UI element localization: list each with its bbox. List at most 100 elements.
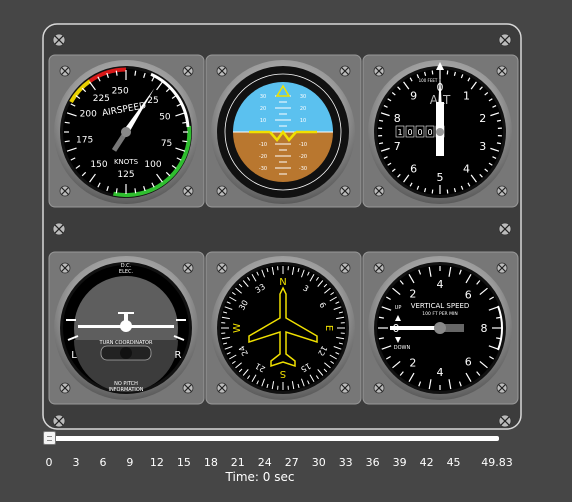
vsi-scale-label: 6	[465, 356, 472, 369]
screw-icon	[496, 382, 508, 394]
screw-icon	[373, 382, 385, 394]
altimeter-odometer-digit: 0	[417, 128, 422, 137]
screw-icon	[498, 414, 512, 428]
attitude-pitch-label: -30	[259, 166, 267, 172]
screw-icon	[496, 65, 508, 77]
heading-label: E	[323, 325, 334, 331]
screw-icon	[339, 65, 351, 77]
screw-icon	[59, 65, 71, 77]
screw-icon	[339, 262, 351, 274]
screw-icon	[182, 382, 194, 394]
timeline-track[interactable]	[47, 436, 499, 441]
attitude-pitch-label: 30	[260, 94, 266, 100]
vsi-up-label: UP	[395, 305, 402, 311]
attitude-pitch-label: 20	[260, 106, 266, 112]
turn-coordinator-left-label: L	[71, 350, 77, 361]
vsi-scale-label: 2	[409, 287, 416, 300]
screw-icon	[339, 185, 351, 197]
altimeter-scale-label: 3	[479, 140, 486, 153]
vsi-down-label: DOWN	[394, 345, 411, 351]
time-label: Time: 0 sec	[225, 470, 295, 484]
attitude-pitch-label: -30	[299, 166, 307, 172]
attitude-pitch-label: 20	[300, 106, 306, 112]
heading-indicator: N36E1215S2124W3033	[211, 256, 355, 400]
altimeter-top-label: 100 FEET	[419, 78, 438, 83]
vsi-subtitle: 100 FT PER MIN	[422, 311, 457, 317]
airspeed-scale-label: 150	[90, 160, 107, 170]
altimeter-scale-label: 2	[479, 112, 486, 125]
timeline-tick-label: 21	[230, 456, 245, 469]
attitude-pitch-label: -10	[259, 142, 267, 148]
screw-icon	[373, 262, 385, 274]
airspeed-scale-label: 250	[112, 86, 129, 96]
timeline-tick-label: 45	[446, 456, 461, 469]
altimeter-scale-label: 6	[410, 162, 417, 175]
screw-icon	[182, 185, 194, 197]
timeline-handle[interactable]	[43, 431, 56, 445]
vertical-speed-indicator: 02468642 VERTICAL SPEED 100 FT PER MIN U…	[368, 256, 512, 400]
turn-coordinator-top-label-2: ELEC.	[119, 269, 134, 275]
altimeter-odometer-digit: 0	[427, 128, 432, 137]
screw-icon	[216, 65, 228, 77]
airspeed-scale-label: 75	[161, 139, 172, 149]
altimeter-scale-label: 9	[410, 90, 417, 103]
timeline-tick-label: 0	[45, 456, 53, 469]
turn-coordinator-note-2: INFORMATION	[108, 387, 143, 393]
turn-coordinator-title: TURN COORDINATOR	[99, 340, 153, 346]
airspeed-scale-label: 225	[93, 94, 110, 104]
vsi-scale-label: 4	[437, 278, 444, 291]
vsi-scale-label: 6	[465, 288, 472, 301]
turn-coordinator: D.C. ELEC. TURN COORDINATOR L R NO PITCH…	[54, 256, 198, 400]
airspeed-scale-label: 175	[76, 135, 93, 145]
attitude-pitch-label: 10	[300, 118, 306, 124]
screw-icon	[59, 382, 71, 394]
airspeed-scale-label: 125	[117, 170, 134, 180]
screw-icon	[216, 382, 228, 394]
screw-icon	[373, 65, 385, 77]
vsi-scale-label: 2	[409, 357, 416, 370]
altimeter-odometer-digit: 0	[407, 128, 412, 137]
screw-icon	[52, 414, 66, 428]
attitude-pitch-label: 10	[260, 118, 266, 124]
turn-coordinator-right-label: R	[175, 350, 182, 361]
screw-icon	[498, 33, 512, 47]
timeline-tick-label: 39	[392, 456, 407, 469]
attitude-pitch-label: -10	[299, 142, 307, 148]
vsi-scale-label: 4	[437, 366, 444, 379]
altimeter-scale-label: 5	[437, 171, 444, 184]
vsi-scale-label: 8	[481, 322, 488, 335]
altimeter-scale-label: 1	[463, 90, 470, 103]
screw-icon	[496, 185, 508, 197]
attitude-pitch-label: 30	[300, 94, 306, 100]
airspeed-scale-label: 200	[80, 110, 97, 120]
timeline-tick-label: 9	[126, 456, 134, 469]
attitude-pitch-label: -20	[299, 154, 307, 160]
screw-icon	[52, 222, 66, 236]
screw-icon	[59, 262, 71, 274]
screw-icon	[496, 262, 508, 274]
heading-label: S	[280, 368, 286, 379]
instrument-panel: 250225200175150125100755025 AIRSPEED KNO…	[42, 23, 522, 430]
timeline-tick-label: 42	[419, 456, 434, 469]
attitude-pitch-label: -20	[259, 154, 267, 160]
timeline-tick-label: 36	[365, 456, 380, 469]
screw-icon	[182, 65, 194, 77]
timeline-tick-label: 24	[257, 456, 272, 469]
airspeed-unit: KNOTS	[114, 158, 139, 166]
attitude-indicator: 30 30 20 20 10 10 -10 -10 -20 -20 -30 -30	[211, 60, 355, 204]
timeline-tick-label: 27	[284, 456, 299, 469]
screw-icon	[373, 185, 385, 197]
airspeed-scale-label: 50	[159, 112, 171, 122]
altimeter: 0123456789 100 FEET ALT 10000	[368, 60, 512, 204]
vsi-title: VERTICAL SPEED	[411, 302, 470, 310]
screw-icon	[339, 382, 351, 394]
timeline-tick-label: 30	[311, 456, 326, 469]
timeline-tick-label: 12	[149, 456, 164, 469]
timeline-tick-label: 49.83	[481, 456, 513, 469]
timeline-tick-label: 18	[203, 456, 218, 469]
screw-icon	[182, 262, 194, 274]
heading-label: W	[232, 323, 243, 333]
screw-icon	[498, 222, 512, 236]
altimeter-scale-label: 8	[394, 112, 401, 125]
screw-icon	[59, 185, 71, 197]
